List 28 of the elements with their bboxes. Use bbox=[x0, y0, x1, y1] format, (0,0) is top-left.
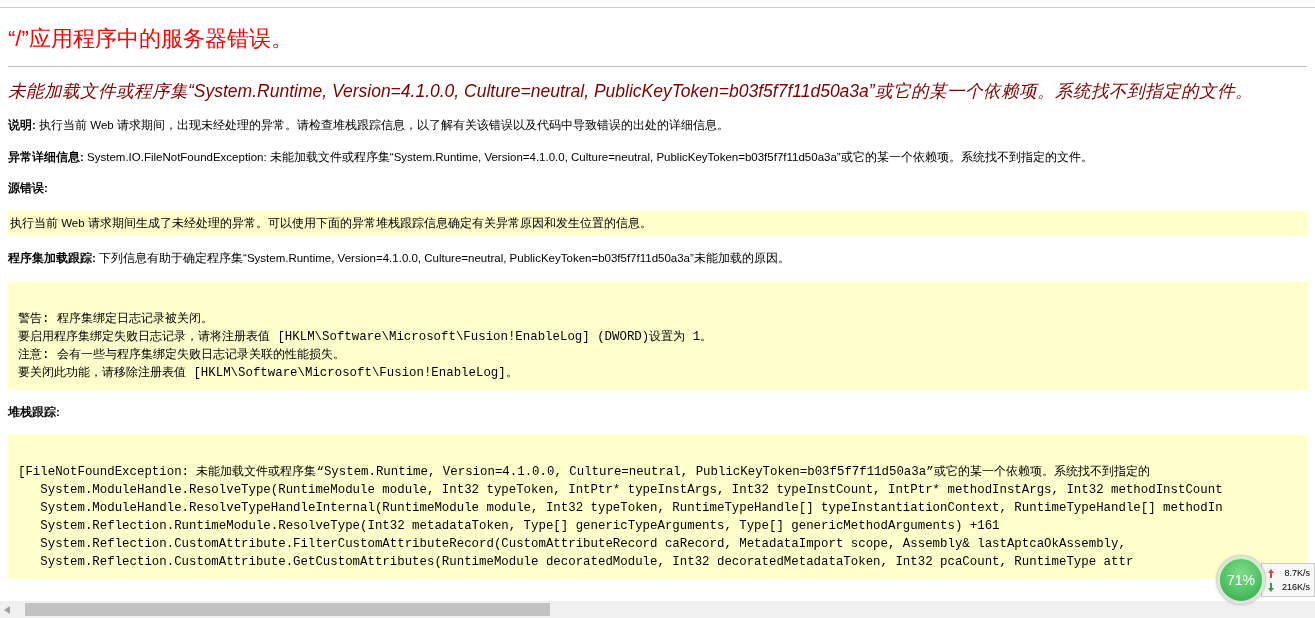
code-line: 执行当前 Web 请求期间生成了未经处理的异常。可以使用下面的异常堆栈跟踪信息确定有关异常原因和发生位置的信息。 bbox=[9, 216, 653, 232]
code-line: System.ModuleHandle.ResolveType(RuntimeModule module, Int32 typeToken, IntPtr* typeInstArgs, Int32 typeInstCount, IntPtr* methodInstArgs, Int32 methodInstCount bbox=[39, 481, 1224, 499]
section-text: System.IO.FileNotFoundException: 未能加载文件或程序集“System.Runtime, Version=4.1.0.0, Culture=neutral, PublicKeyToken=b03f5f7f11d50a3a”或它的某一个依赖项。系统找不到指定的文件。 bbox=[87, 150, 1093, 163]
scroll-left-icon[interactable] bbox=[4, 605, 10, 614]
code-line: [FileNotFoundException: 未能加载文件或程序集“System.Runtime, Version=4.1.0.0, Culture=neutral, PublicKeyToken=b03f5f7f11d50a3a”或它的某一个依赖项。系统找不到指定的 bbox=[18, 463, 1151, 481]
section-label: 程序集加载跟踪: bbox=[8, 252, 96, 265]
code-line: 警告: 程序集绑定日志记录被关闭。 bbox=[18, 310, 214, 328]
error-message: 未能加载文件或程序集“System.Runtime, Version=4.1.0.0, Culture=neutral, PublicKeyToken=b03f5f7f11d50a3a”或它的某一个依赖项。系统找不到指定的文件。 bbox=[8, 80, 1254, 104]
upload-arrow-icon bbox=[1267, 568, 1274, 578]
code-line: 要关闭此功能，请移除注册表值 [HKLM\Software\Microsoft\Fusion!EnableLog]。 bbox=[18, 364, 519, 382]
code-line: System.Reflection.CustomAttribute.GetCustomAttributes(RuntimeModule decoratedModule, Int32 decoratedMetadataToken, Int32 pcaCount, RuntimeType attr bbox=[39, 553, 1135, 571]
horizontal-scrollbar[interactable] bbox=[0, 601, 1315, 618]
code-line: System.ModuleHandle.ResolveTypeHandleInternal(RuntimeModule module, Int32 typeToken, RuntimeTypeHandle[] typeInstantiationContext, RuntimeTypeHandle[] methodIn bbox=[39, 499, 1224, 517]
section-text: 执行当前 Web 请求期间，出现未经处理的异常。请检查堆栈跟踪信息，以了解有关该错误以及代码中导致错误的出处的详细信息。 bbox=[39, 119, 729, 132]
code-line: 要启用程序集绑定失败日志记录，请将注册表值 [HKLM\Software\Microsoft\Fusion!EnableLog] (DWORD)设置为 1。 bbox=[18, 328, 714, 346]
section-heading: 堆栈跟踪: bbox=[8, 405, 60, 418]
code-line: 注意: 会有一些与程序集绑定失败日志记录关联的性能损失。 bbox=[18, 346, 346, 364]
download-arrow-icon bbox=[1267, 582, 1274, 592]
section-label: 异常详细信息: bbox=[8, 150, 84, 163]
code-line: System.Reflection.RuntimeModule.ResolveType(Int32 metadataToken, Type[] genericTypeArguments, Type[] genericMethodArguments) +161 bbox=[39, 517, 1001, 535]
scrollbar-thumb[interactable] bbox=[25, 603, 550, 616]
upload-speed: 8.7K/s bbox=[1284, 567, 1310, 580]
download-speed: 216K/s bbox=[1281, 581, 1310, 594]
code-line: System.Reflection.CustomAttribute.FilterCustomAttributeRecord(CustomAttributeRecord caRecord, MetadataImport scope, Assembly& lastAptcaOkAssembly, bbox=[39, 535, 1127, 553]
section-label: 说明: bbox=[8, 119, 36, 132]
page-title: “/”应用程序中的服务器错误。 bbox=[8, 26, 294, 53]
section-text: 下列信息有助于确定程序集“System.Runtime, Version=4.1.0.0, Culture=neutral, PublicKeyToken=b03f5f7f11d50a3a”未能加载的原因。 bbox=[99, 252, 790, 265]
section-heading: 源错误: bbox=[8, 181, 48, 194]
